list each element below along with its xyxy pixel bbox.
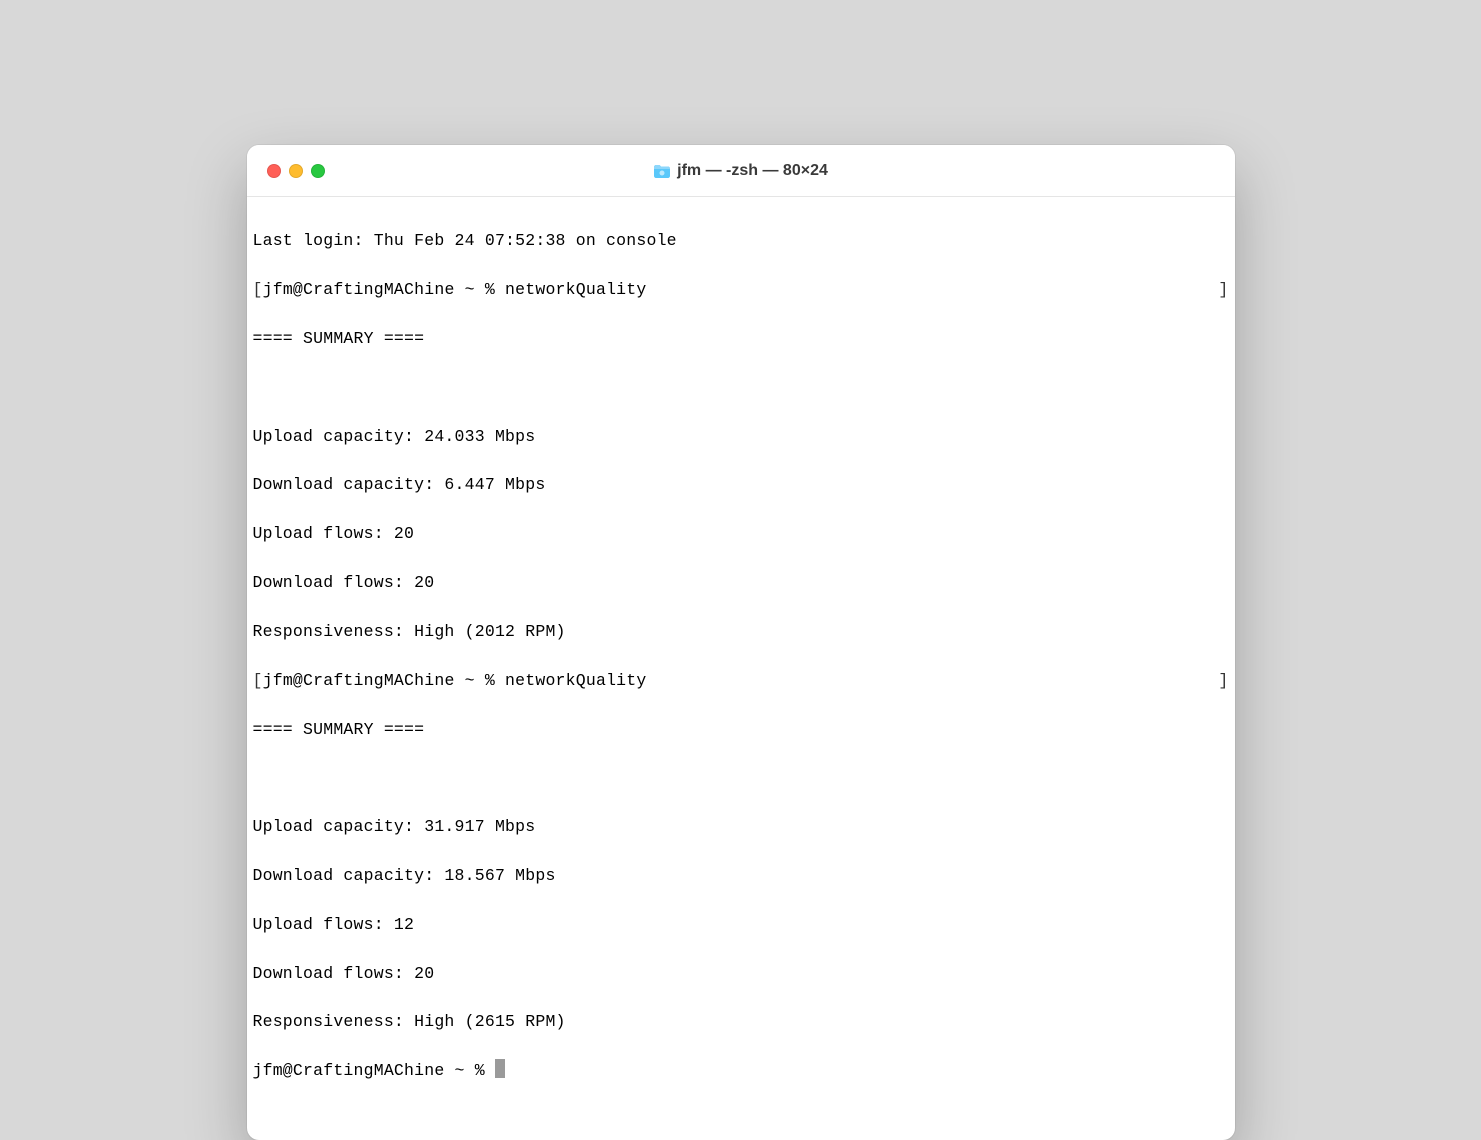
download-capacity-2: Download capacity: 18.567 Mbps <box>253 864 1229 888</box>
bracket-close: ] <box>1218 669 1228 693</box>
folder-icon <box>653 163 671 179</box>
minimize-button[interactable] <box>289 164 303 178</box>
terminal-body[interactable]: Last login: Thu Feb 24 07:52:38 on conso… <box>247 197 1235 1140</box>
bracket-open: [ <box>253 671 263 690</box>
prompt-command: jfm@CraftingMAChine ~ % networkQuality <box>263 280 647 299</box>
upload-flows-2: Upload flows: 12 <box>253 913 1229 937</box>
close-button[interactable] <box>267 164 281 178</box>
blank-line <box>253 766 1229 790</box>
final-prompt: jfm@CraftingMAChine ~ % <box>253 1059 495 1083</box>
window-title: jfm — -zsh — 80×24 <box>677 162 828 180</box>
blank-line <box>253 376 1229 400</box>
titlebar[interactable]: jfm — -zsh — 80×24 <box>247 145 1235 197</box>
prompt-line-1: [jfm@CraftingMAChine ~ % networkQuality] <box>253 278 1229 302</box>
cursor <box>495 1059 505 1078</box>
title-center: jfm — -zsh — 80×24 <box>247 162 1235 180</box>
terminal-window: jfm — -zsh — 80×24 Last login: Thu Feb 2… <box>247 145 1235 1140</box>
download-capacity-1: Download capacity: 6.447 Mbps <box>253 473 1229 497</box>
traffic-lights <box>267 164 325 178</box>
upload-capacity-2: Upload capacity: 31.917 Mbps <box>253 815 1229 839</box>
responsiveness-1: Responsiveness: High (2012 RPM) <box>253 620 1229 644</box>
maximize-button[interactable] <box>311 164 325 178</box>
responsiveness-2: Responsiveness: High (2615 RPM) <box>253 1010 1229 1034</box>
upload-flows-1: Upload flows: 20 <box>253 522 1229 546</box>
final-prompt-line[interactable]: jfm@CraftingMAChine ~ % <box>253 1059 1229 1083</box>
bracket-close: ] <box>1218 278 1228 302</box>
last-login-line: Last login: Thu Feb 24 07:52:38 on conso… <box>253 229 1229 253</box>
download-flows-1: Download flows: 20 <box>253 571 1229 595</box>
summary-header-2: ==== SUMMARY ==== <box>253 718 1229 742</box>
summary-header-1: ==== SUMMARY ==== <box>253 327 1229 351</box>
bracket-open: [ <box>253 280 263 299</box>
upload-capacity-1: Upload capacity: 24.033 Mbps <box>253 425 1229 449</box>
prompt-line-2: [jfm@CraftingMAChine ~ % networkQuality] <box>253 669 1229 693</box>
prompt-command: jfm@CraftingMAChine ~ % networkQuality <box>263 671 647 690</box>
download-flows-2: Download flows: 20 <box>253 962 1229 986</box>
